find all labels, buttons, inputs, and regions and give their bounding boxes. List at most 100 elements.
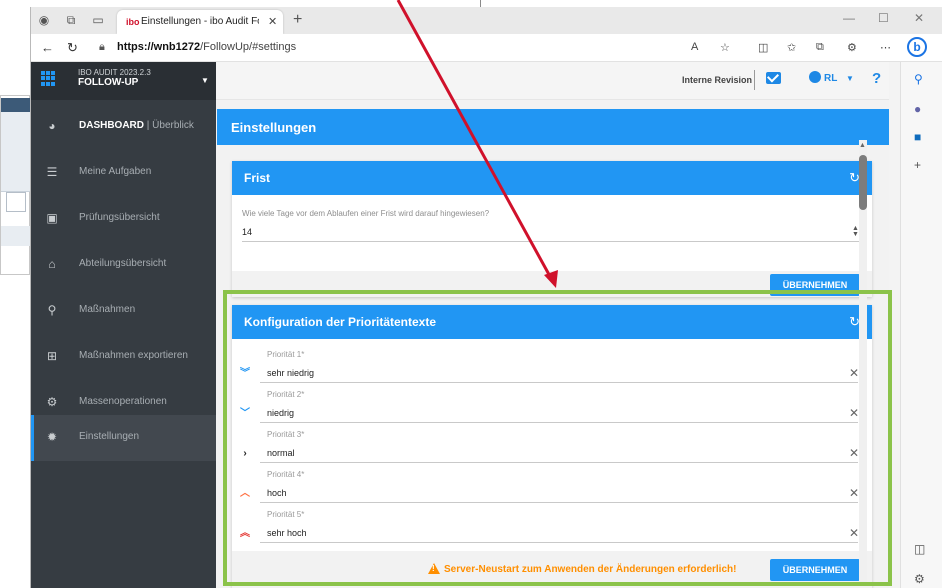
priority-text-input[interactable]: hoch xyxy=(267,488,287,498)
sidebar-toggle-icon[interactable]: ◫ xyxy=(914,542,925,556)
chevron-right-icon: › xyxy=(243,448,247,459)
shopping-icon[interactable]: ● xyxy=(914,102,921,116)
apps-grid-icon xyxy=(41,71,56,86)
input-underline xyxy=(260,382,858,383)
lock-icon: 🔒︎ xyxy=(99,41,105,53)
sidebar-item-massnahmen[interactable]: ⚲ Maßnahmen xyxy=(31,288,216,334)
caret-down-icon[interactable]: ▼ xyxy=(201,76,209,85)
tab-title: Einstellungen - ibo Audit Followu xyxy=(141,16,259,27)
restart-warning: Server-Neustart zum Anwenden der Änderun… xyxy=(444,564,737,575)
task-list-icon: ☰ xyxy=(46,165,58,179)
top-bar: Interne Revision RL ▼ ? xyxy=(216,62,889,100)
frist-card-header: Frist ↻ xyxy=(232,161,872,195)
divider xyxy=(754,70,755,90)
favorites-icon[interactable]: ✩ xyxy=(787,41,796,54)
add-app-icon[interactable]: + xyxy=(914,158,921,172)
clipboard-icon: ▣ xyxy=(46,211,58,225)
priority-text-input[interactable]: niedrig xyxy=(267,408,294,418)
frist-card-title: Frist xyxy=(244,171,271,185)
number-spinner-icon[interactable]: ▲ ▼ xyxy=(852,225,859,238)
priority-row: ︾ Priorität 1* sehr niedrig ✕ xyxy=(232,345,872,385)
sidebar-item-einstellungen[interactable]: ✹ Einstellungen xyxy=(31,415,216,461)
sidebar-item-label: Einstellungen xyxy=(79,431,140,442)
input-underline xyxy=(242,241,862,242)
maximize-icon[interactable]: ☐ xyxy=(878,11,889,25)
department-label[interactable]: Interne Revision xyxy=(682,75,752,85)
outlook-icon[interactable]: ■ xyxy=(914,130,921,144)
page-header: Einstellungen xyxy=(217,109,889,145)
address-bar[interactable]: 🔒︎ https://wnb1272/FollowUp/#settings xyxy=(89,38,649,58)
priority-row: ︽ Priorität 5* sehr hoch ✕ xyxy=(232,505,872,545)
scroll-up-icon[interactable]: ▲ xyxy=(859,142,866,149)
help-button[interactable]: ? xyxy=(872,70,881,87)
gear-icon: ✹ xyxy=(46,430,58,444)
input-underline xyxy=(260,462,858,463)
bing-copilot-icon[interactable]: b xyxy=(907,37,927,57)
priority-row: ︿ Priorität 4* hoch ✕ xyxy=(232,465,872,505)
search-icon[interactable]: ⚲ xyxy=(914,72,923,86)
split-screen-icon[interactable]: ◫ xyxy=(758,41,768,54)
clear-icon[interactable]: ✕ xyxy=(849,526,859,540)
sidebar-item-abteilungsuebersicht[interactable]: ⌂ Abteilungsübersicht xyxy=(31,242,216,288)
workspaces-icon[interactable]: ⧉ xyxy=(64,13,78,27)
tab-actions-icon[interactable]: ▭ xyxy=(91,13,105,27)
sidebar-header[interactable]: IBO AUDIT 2023.2.3 FOLLOW-UP ▼ xyxy=(31,62,216,100)
sidebar-item-label: Abteilungsübersicht xyxy=(79,258,167,269)
user-initials[interactable]: RL xyxy=(824,73,837,84)
sidebar-item-label: | Überblick xyxy=(144,120,194,131)
warning-icon xyxy=(428,563,440,574)
sidebar-item-label: Meine Aufgaben xyxy=(79,166,152,177)
chevron-up-icon: ︿ xyxy=(240,488,250,499)
sidebar-item-label: Maßnahmen xyxy=(79,304,136,315)
sidebar-item-meine-aufgaben[interactable]: ☰ Meine Aufgaben xyxy=(31,150,216,196)
input-underline xyxy=(260,502,858,503)
clear-icon[interactable]: ✕ xyxy=(849,486,859,500)
clear-icon[interactable]: ✕ xyxy=(849,406,859,420)
priority-label: Priorität 2* xyxy=(267,390,305,399)
collections-icon[interactable]: ⧉ xyxy=(816,41,824,54)
priority-text-input[interactable]: normal xyxy=(267,448,295,458)
sidebar-item-pruefungsuebersicht[interactable]: ▣ Prüfungsübersicht xyxy=(31,196,216,242)
user-caret-icon[interactable]: ▼ xyxy=(846,74,854,83)
minimize-icon[interactable]: — xyxy=(843,11,855,25)
user-icon[interactable] xyxy=(809,71,821,83)
extensions-icon[interactable]: ⚙ xyxy=(847,41,857,54)
app-name: FOLLOW-UP xyxy=(78,77,139,88)
new-tab-icon[interactable]: + xyxy=(293,11,302,29)
app-version: IBO AUDIT 2023.2.3 xyxy=(78,68,151,77)
input-underline xyxy=(260,422,858,423)
priority-label: Priorität 4* xyxy=(267,470,305,479)
favorite-star-icon[interactable]: ☆ xyxy=(720,41,730,54)
prioritaeten-card-header: Konfiguration der Prioritätentexte ↻ xyxy=(232,305,872,339)
priority-text-input[interactable]: sehr niedrig xyxy=(267,368,314,378)
sidebar-item-label: Massenoperationen xyxy=(79,396,167,407)
more-menu-icon[interactable]: ⋯ xyxy=(880,41,891,54)
prio-apply-button[interactable]: ÜBERNEHMEN xyxy=(770,559,860,581)
edge-sidebar: ⚲ ● ■ + ◫ ⚙ xyxy=(900,62,942,588)
url-text: https://wnb1272/FollowUp/#settings xyxy=(117,41,297,53)
profile-avatar-icon[interactable]: ◉ xyxy=(37,13,51,27)
double-chevron-down-icon: ︾ xyxy=(240,368,250,379)
screenshot-root: { "browser": { "tab_title": "Einstellung… xyxy=(0,0,942,588)
scrollbar-thumb[interactable] xyxy=(859,155,867,210)
home-icon: ⌂ xyxy=(48,257,56,271)
frist-apply-button[interactable]: ÜBERNEHMEN xyxy=(770,274,860,296)
settings-icon[interactable]: ⚙ xyxy=(914,572,925,586)
priority-text-input[interactable]: sehr hoch xyxy=(267,528,307,538)
app-scrollbar[interactable]: ▲ xyxy=(859,140,867,585)
reload-icon[interactable]: ↻ xyxy=(67,40,78,56)
sidebar: IBO AUDIT 2023.2.3 FOLLOW-UP ▼ ◕ DASHBOA… xyxy=(31,62,216,588)
window-close-icon[interactable]: ✕ xyxy=(914,11,924,25)
sidebar-item-dashboard[interactable]: ◕ DASHBOARD | Überblick xyxy=(31,104,216,150)
read-aloud-icon[interactable]: A xyxy=(691,41,698,53)
prioritaeten-card: Konfiguration der Prioritätentexte ↻ ︾ P… xyxy=(232,305,872,588)
mail-icon[interactable] xyxy=(766,72,781,84)
frist-days-input[interactable]: 14 xyxy=(242,227,252,237)
tab-close-icon[interactable]: ✕ xyxy=(268,15,277,28)
browser-tab-active[interactable]: ibo Einstellungen - ibo Audit Followu ✕ xyxy=(117,10,283,34)
pie-chart-icon: ◕ xyxy=(48,119,56,133)
clear-icon[interactable]: ✕ xyxy=(849,446,859,460)
back-icon[interactable]: ← xyxy=(41,40,54,55)
clear-icon[interactable]: ✕ xyxy=(849,366,859,380)
sidebar-item-massnahmen-exportieren[interactable]: ⊞ Maßnahmen exportieren xyxy=(31,334,216,380)
